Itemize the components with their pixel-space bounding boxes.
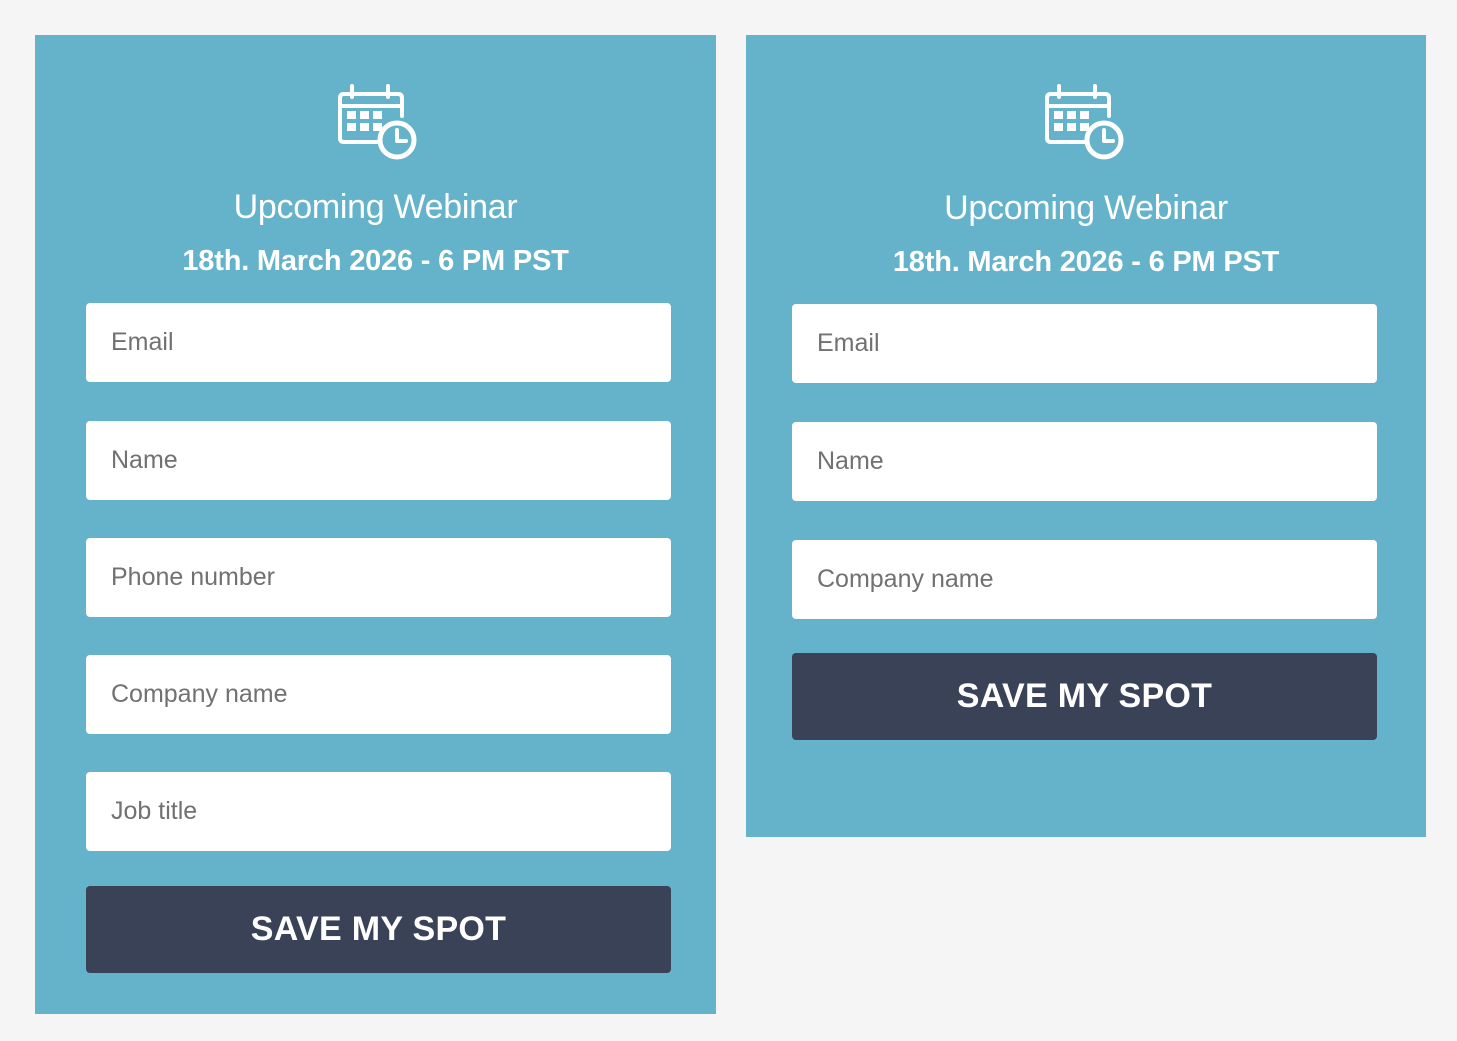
job-title-input[interactable]: [86, 772, 671, 851]
webinar-date: 18th. March 2026 - 6 PM PST: [182, 245, 569, 277]
calendar-clock-icon: [1045, 84, 1124, 160]
calendar-clock-icon: [338, 84, 417, 160]
name-input[interactable]: [792, 422, 1377, 501]
company-name-input[interactable]: [86, 655, 671, 734]
webinar-date: 18th. March 2026 - 6 PM PST: [892, 246, 1280, 278]
webinar-title: Upcoming Webinar: [233, 188, 518, 226]
company-name-input[interactable]: [792, 540, 1377, 619]
name-input[interactable]: [86, 421, 671, 500]
save-my-spot-button[interactable]: SAVE MY SPOT: [792, 653, 1377, 740]
webinar-title: Upcoming Webinar: [944, 189, 1228, 227]
email-input[interactable]: [86, 303, 671, 382]
save-my-spot-button[interactable]: SAVE MY SPOT: [86, 886, 671, 973]
email-input[interactable]: [792, 304, 1377, 383]
phone-number-input[interactable]: [86, 538, 671, 617]
webinar-form-full: Upcoming Webinar 18th. March 2026 - 6 PM…: [35, 35, 716, 1014]
webinar-form-short: Upcoming Webinar 18th. March 2026 - 6 PM…: [746, 35, 1426, 837]
